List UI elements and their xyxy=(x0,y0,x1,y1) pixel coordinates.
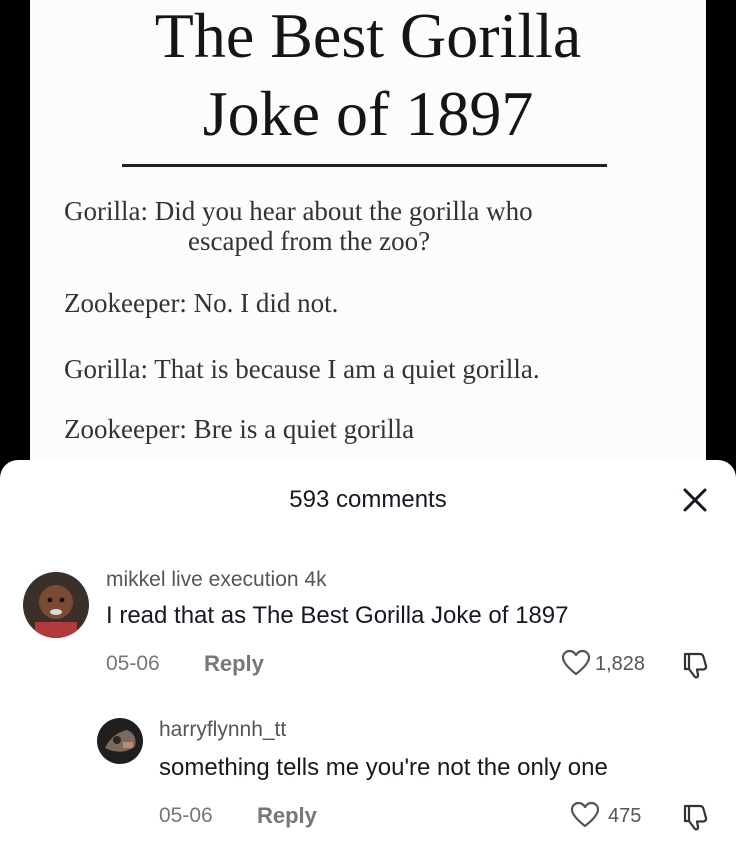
reply-button[interactable]: Reply xyxy=(204,652,264,676)
dislike-icon[interactable] xyxy=(680,650,710,680)
avatar[interactable] xyxy=(23,572,89,638)
comment-username[interactable]: mikkel live execution 4k xyxy=(106,568,327,592)
avatar[interactable] xyxy=(97,718,143,764)
heart-icon[interactable] xyxy=(561,649,591,677)
like-count: 475 xyxy=(608,805,642,827)
reply-button[interactable]: Reply xyxy=(257,804,317,828)
comment-count: 593 comments xyxy=(289,486,447,513)
meme-dialogue-line: escaped from the zoo? xyxy=(188,226,431,256)
meme-title-line-1: The Best Gorilla xyxy=(154,0,582,71)
meme-dialogue-line: Zookeeper: No. I did not. xyxy=(64,288,339,318)
meme-divider xyxy=(122,164,607,167)
close-icon[interactable] xyxy=(679,484,711,516)
meme-dialogue-line: Zookeeper: Bre is a quiet gorilla xyxy=(64,414,415,444)
comment-date: 05-06 xyxy=(159,804,213,827)
heart-icon[interactable] xyxy=(570,801,600,829)
meme-image: The Best Gorilla Joke of 1897 Gorilla: D… xyxy=(30,0,706,470)
comment-text: I read that as The Best Gorilla Joke of … xyxy=(106,602,569,629)
comment-text: something tells me you're not the only o… xyxy=(159,754,608,781)
meme-title-line-2: Joke of 1897 xyxy=(202,78,534,149)
dislike-icon[interactable] xyxy=(680,802,710,832)
comment-date: 05-06 xyxy=(106,652,160,675)
meme-dialogue-line: Gorilla: Did you hear about the gorilla … xyxy=(64,196,533,226)
meme-dialogue-line: Gorilla: That is because I am a quiet go… xyxy=(64,354,540,384)
comment-username[interactable]: harryflynnh_tt xyxy=(159,718,286,742)
like-count: 1,828 xyxy=(595,653,646,675)
